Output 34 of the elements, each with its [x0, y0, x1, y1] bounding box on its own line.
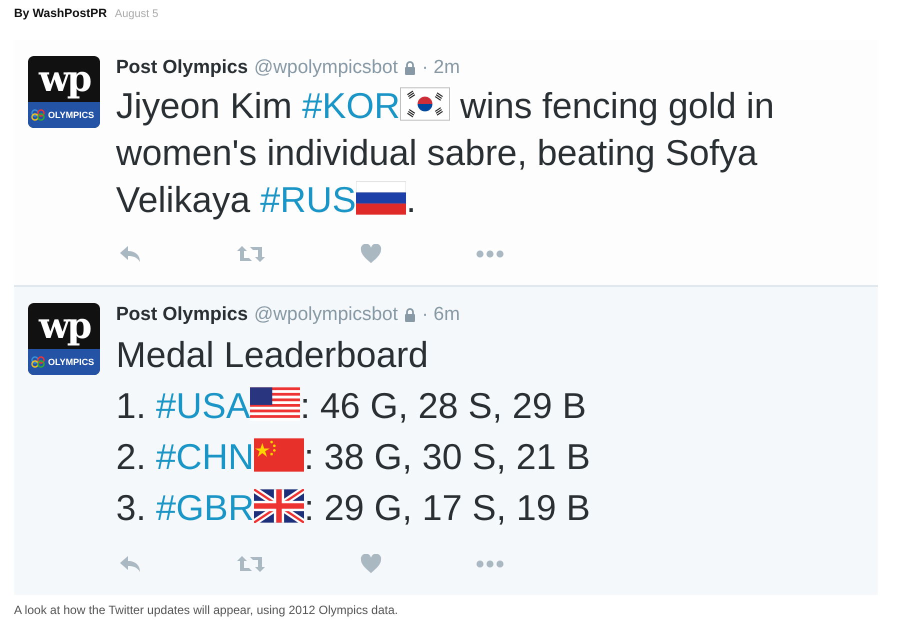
flag-icon — [400, 87, 450, 121]
hashtag-link[interactable]: #CHN — [156, 436, 254, 477]
reply-icon[interactable] — [118, 555, 142, 573]
account-name[interactable]: Post Olympics — [116, 57, 248, 79]
heart-icon[interactable] — [360, 244, 382, 264]
more-icon[interactable] — [476, 250, 504, 258]
tweet-time[interactable]: · 2m — [422, 57, 460, 79]
byline-author: By WashPostPR — [14, 6, 107, 20]
account-name[interactable]: Post Olympics — [116, 304, 248, 326]
flag-icon — [356, 181, 406, 215]
tweet-text: 2. #CHN : 38 G, 30 S, 21 B — [116, 435, 592, 479]
image-caption: A look at how the Twitter updates will appear, using 2012 Olympics data. — [14, 603, 399, 617]
hashtag-link[interactable]: #GBR — [156, 487, 254, 528]
account-handle[interactable]: @wpolympicsbot — [254, 57, 398, 79]
account-handle[interactable]: @wpolympicsbot — [254, 304, 398, 326]
tweet-text: 1. #USA : 46 G, 28 S, 29 B — [116, 384, 588, 428]
reply-icon[interactable] — [118, 245, 142, 263]
more-icon[interactable] — [476, 560, 504, 568]
tweet-text: 3. #GBR : 29 G, 17 S, 19 B — [116, 486, 592, 530]
flag-icon — [254, 438, 304, 472]
tweet-time[interactable]: · 6m — [422, 304, 460, 326]
heart-icon[interactable] — [360, 554, 382, 574]
hashtag-link[interactable]: #USA — [156, 385, 250, 426]
byline-date: August 5 — [114, 8, 158, 20]
tweet-text: Jiyeon Kim #KOR wins fencing gold in women's individual sabre, beating Sofya Velikaya #RUS . — [116, 84, 776, 222]
retweet-icon[interactable] — [236, 555, 266, 573]
hashtag-link[interactable]: #KOR — [302, 85, 400, 126]
hashtag-link[interactable]: #RUS — [260, 179, 356, 220]
retweet-icon[interactable] — [236, 245, 266, 263]
avatar-logo[interactable]: wp OLYMPICS — [28, 56, 100, 128]
flag-icon — [254, 489, 304, 523]
tweet-text: Medal Leaderboard — [116, 333, 430, 377]
flag-icon — [250, 387, 300, 421]
avatar-logo[interactable]: wp OLYMPICS — [28, 303, 100, 375]
